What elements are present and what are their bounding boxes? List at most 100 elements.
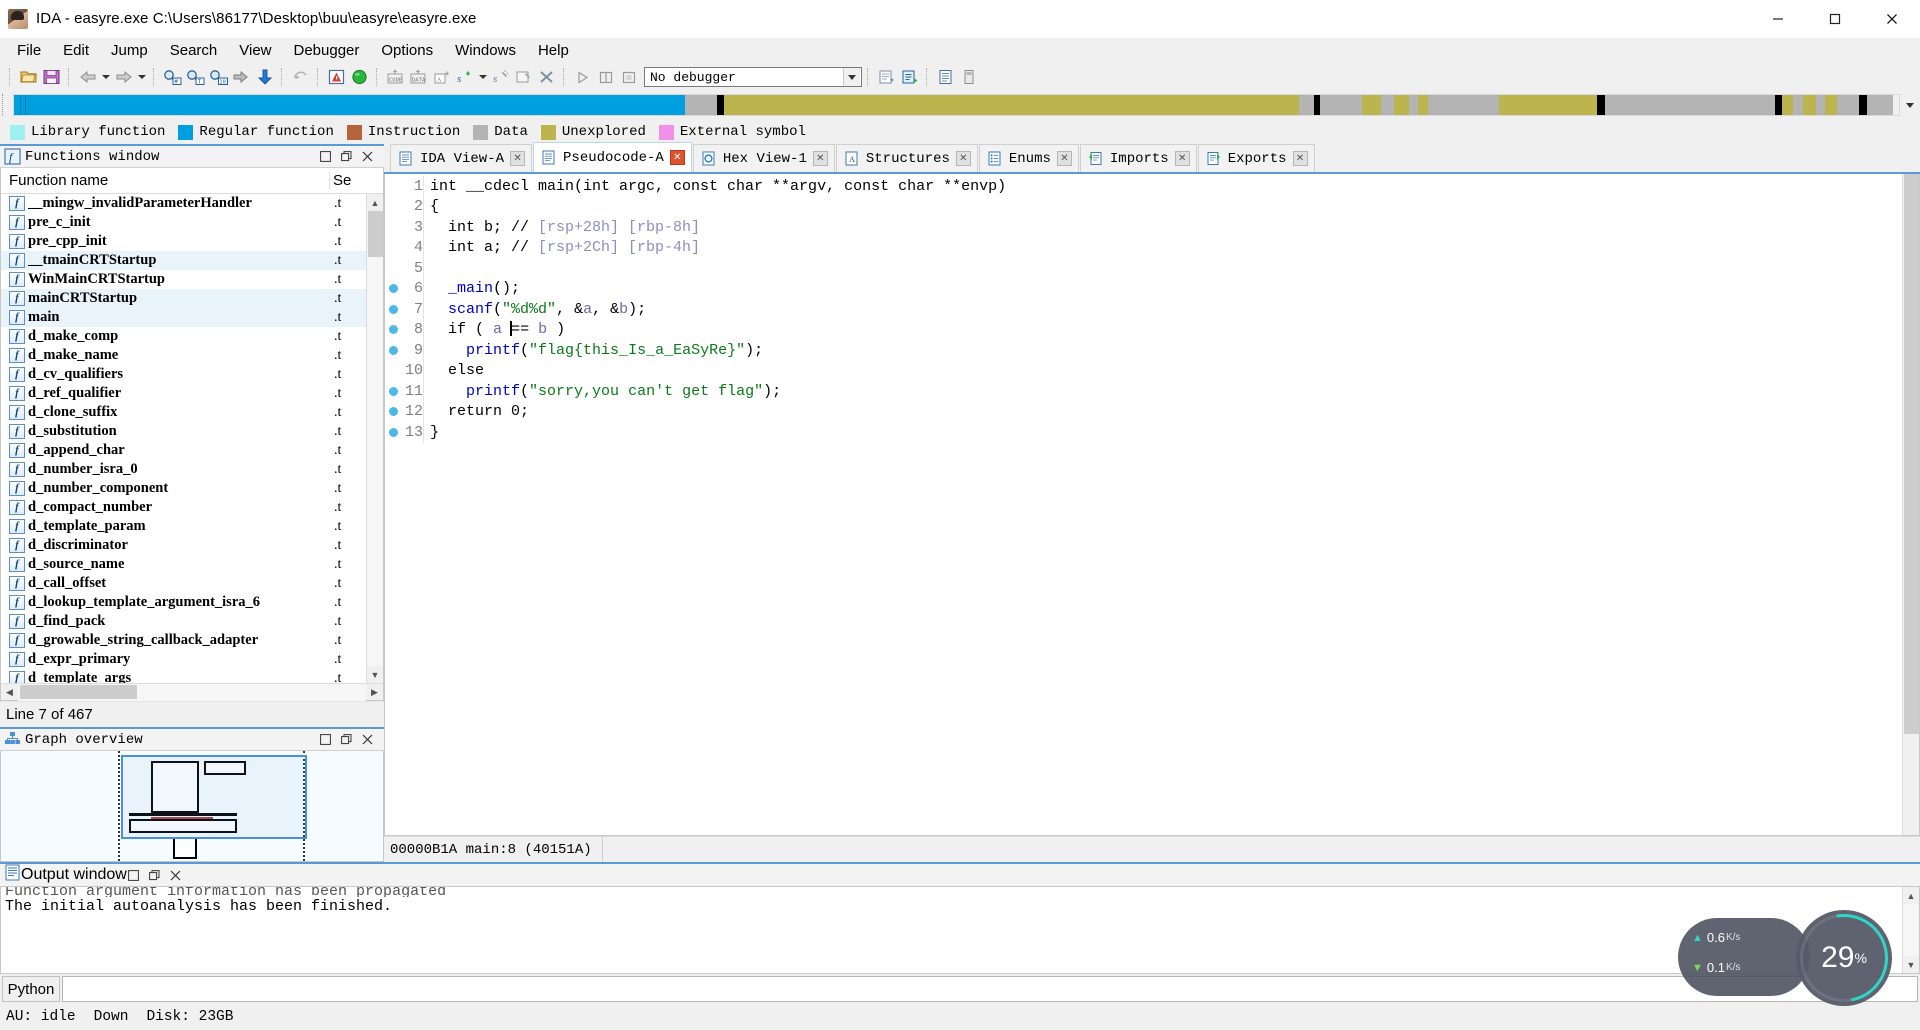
navband-menu-icon[interactable] [1902,94,1918,116]
tab-hex-view-1[interactable]: Hex View-1 ✕ [692,144,835,172]
navband-segment[interactable] [1320,95,1362,115]
menu-windows[interactable]: Windows [444,39,527,63]
breakpoint-marker[interactable] [385,386,401,396]
navband-segment[interactable] [14,95,686,115]
menu-jump[interactable]: Jump [100,39,159,63]
output-float-icon[interactable] [127,869,140,882]
functions-hscroll-track[interactable] [18,683,366,701]
tab-close-icon[interactable]: ✕ [669,150,685,165]
tab-close-icon[interactable]: ✕ [812,151,828,166]
make-code-icon[interactable]: CODE [384,66,407,88]
line-8-var-a[interactable]: a [493,321,502,338]
decompile-icon[interactable] [875,66,898,88]
output-scroll-down-icon[interactable]: ▼ [1902,956,1919,973]
output-scroll-up-icon[interactable]: ▲ [1902,887,1919,904]
panel-dock-icon[interactable] [340,150,353,163]
panel-float-icon[interactable] [319,150,332,163]
pseudocode-scroll-thumb[interactable] [1904,174,1919,734]
line-7-format-string[interactable]: "%d%d" [502,301,556,318]
menu-file[interactable]: File [6,39,52,63]
code-line[interactable]: 10 else [385,360,1902,381]
line-7-var-b[interactable]: b [619,301,628,318]
code-line[interactable]: 2 { [385,196,1902,217]
functions-scroll-track[interactable] [366,211,383,666]
function-list-row[interactable]: f d_lookup_template_argument_isra_6 .t [1,593,366,612]
minimize-button[interactable] [1749,0,1806,38]
line-11-message-string[interactable]: "sorry,you can't get flag" [529,383,763,400]
functions-horizontal-scrollbar[interactable]: ◀ ▶ [1,683,383,701]
output-vertical-scrollbar[interactable]: ▲ ▼ [1902,887,1919,973]
tab-enums[interactable]: Enums ✕ [978,144,1079,172]
navband-segment[interactable] [1380,95,1394,115]
function-list-row[interactable]: f d_make_comp .t [1,327,366,346]
navband-segment[interactable] [1418,95,1428,115]
command-language-label[interactable]: Python [2,976,60,1002]
navband-segment[interactable] [1597,95,1605,115]
tab-close-icon[interactable]: ✕ [1292,151,1308,166]
create-function-icon[interactable]: s [453,66,476,88]
structures-view-icon[interactable] [934,66,957,88]
code-line[interactable]: 7 scanf("%d%d", &a, &b); [385,299,1902,320]
graph-viewport-rect[interactable] [121,755,307,839]
navigation-band[interactable] [13,94,1900,116]
functions-hscroll-thumb[interactable] [20,684,137,699]
chevron-down-icon[interactable] [843,68,860,86]
graph-close-icon[interactable] [361,733,374,746]
function-list-row[interactable]: f d_number_isra_0 .t [1,460,366,479]
navband-segment[interactable] [1836,95,1860,115]
function-list-row[interactable]: f d_number_component .t [1,479,366,498]
code-line[interactable]: 13 } [385,422,1902,443]
tab-structures[interactable]: A Structures ✕ [835,144,978,172]
column-segment[interactable]: Se [329,172,365,189]
menu-edit[interactable]: Edit [52,39,100,63]
tab-exports[interactable]: Exports ✕ [1197,144,1315,172]
breakpoint-marker[interactable] [385,345,401,355]
code-line[interactable]: 9 printf("flag{this_Is_a_EaSyRe}"); [385,340,1902,361]
search-sequence-icon[interactable]: 101 [207,66,230,88]
function-list-row[interactable]: f pre_cpp_init .t [1,232,366,251]
function-list-row[interactable]: f d_substitution .t [1,422,366,441]
function-list-row[interactable]: f main .t [1,308,366,327]
search-hex-icon[interactable]: # [161,66,184,88]
debugger-stop-icon[interactable] [617,66,640,88]
command-input[interactable] [62,976,1918,1002]
navigate-forward-icon[interactable] [112,66,135,88]
scroll-left-icon[interactable]: ◀ [1,684,18,701]
tab-close-icon[interactable]: ✕ [955,151,971,166]
navband-segment[interactable] [1782,95,1794,115]
code-line[interactable]: 11 printf("sorry,you can't get flag"); [385,381,1902,402]
navband-segment[interactable] [1427,95,1500,115]
open-file-icon[interactable] [17,66,40,88]
menu-debugger[interactable]: Debugger [283,39,371,63]
navband-segment[interactable] [1361,95,1381,115]
search-next-icon[interactable] [230,66,253,88]
debugger-pause-icon[interactable] [594,66,617,88]
function-list-row[interactable]: f d_discriminator .t [1,536,366,555]
scroll-right-icon[interactable]: ▶ [366,684,383,701]
menu-view[interactable]: View [228,39,282,63]
function-list-row[interactable]: f d_source_name .t [1,555,366,574]
menu-options[interactable]: Options [370,39,444,63]
search-text-icon[interactable]: T [184,66,207,88]
navband-cursor[interactable] [20,95,26,115]
pseudocode-vertical-scrollbar[interactable] [1902,174,1919,835]
function-list-row[interactable]: f d_compact_number .t [1,498,366,517]
function-list-row[interactable]: f mainCRTStartup .t [1,289,366,308]
make-array-icon[interactable]: A [430,66,453,88]
navband-segment[interactable] [1393,95,1409,115]
tab-pseudocode-a[interactable]: Pseudocode-A ✕ [533,142,692,172]
function-list-row[interactable]: f d_append_char .t [1,441,366,460]
navband-segment[interactable] [717,95,724,115]
code-line[interactable]: 1 int __cdecl main(int argc, const char … [385,176,1902,197]
breakpoint-marker[interactable] [385,407,401,417]
tab-ida-view-a[interactable]: IDA View-A ✕ [390,144,533,172]
code-line[interactable]: 4 int a; // [rsp+2Ch] [rbp-4h] [385,237,1902,258]
navband-segment[interactable] [1604,95,1775,115]
tab-close-icon[interactable]: ✕ [510,151,526,166]
navband-segment[interactable] [1313,95,1321,115]
output-close-icon[interactable] [169,869,182,882]
line-7-var-a[interactable]: a [583,301,592,318]
code-line[interactable]: 5 [385,258,1902,279]
functions-scroll-thumb[interactable] [367,211,383,257]
navband-segment[interactable] [685,95,718,115]
